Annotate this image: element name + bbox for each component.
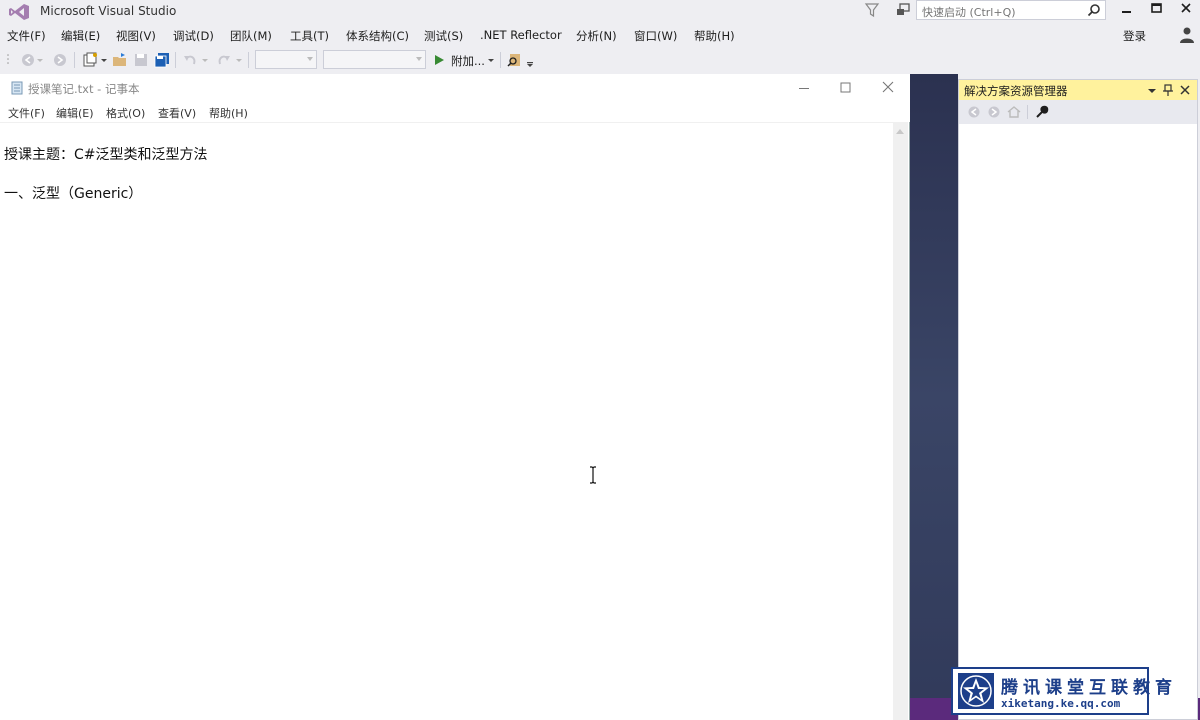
save-icon[interactable] [133,52,149,68]
quick-launch-box[interactable] [916,0,1106,21]
redo-icon[interactable] [216,52,232,68]
text-line-topic: 授课主题：C#泛型类和泛型方法 [4,147,208,163]
menu-tools[interactable]: 工具(T) [290,28,329,44]
window-title: Microsoft Visual Studio [40,4,177,18]
feedback-icon[interactable] [895,2,911,18]
attach-button-label[interactable]: 附加... [451,53,485,69]
notification-filter-icon[interactable] [864,2,880,18]
menu-view[interactable]: 视图(V) [116,28,156,44]
notepad-menu-file[interactable]: 文件(F) [8,105,45,121]
notepad-title: 授课笔记.txt - 记事本 [28,82,140,96]
forward-icon[interactable] [987,105,1001,119]
search-icon[interactable] [1087,3,1101,17]
find-in-files-icon[interactable] [507,52,523,68]
quick-launch-input[interactable] [922,4,1082,21]
attach-dropdown-icon[interactable] [487,52,495,68]
toolbar-separator [1027,105,1028,119]
pin-icon[interactable] [1162,83,1174,97]
notepad-icon [11,81,23,95]
menu-file[interactable]: 文件(F) [7,28,46,44]
visual-studio-logo-icon [9,4,29,20]
watermark-brand-name: 腾讯课堂互联教育 [1001,678,1177,698]
notepad-maximize-icon[interactable] [827,78,863,98]
notepad-menu-format[interactable]: 格式(O) [106,105,145,121]
toolbar-separator [74,52,75,68]
star-emblem-logo [958,673,994,709]
toolbar-options-icon[interactable] [526,52,534,68]
notepad-menu-help[interactable]: 帮助(H) [209,105,248,121]
tencent-classroom-watermark: 腾讯课堂互联教育 xiketang.ke.qq.com [951,667,1172,715]
notepad-menu-edit[interactable]: 编辑(E) [56,105,94,121]
vs-title-bar: Microsoft Visual Studio [0,0,1200,24]
sign-in-link[interactable]: 登录 [1123,28,1146,44]
maximize-icon[interactable] [1142,0,1170,20]
panel-close-icon[interactable] [1179,83,1191,97]
vs-editor-background [910,74,958,720]
home-icon[interactable] [1007,105,1021,119]
save-all-icon[interactable] [154,52,170,68]
open-file-icon[interactable] [112,52,128,68]
notepad-close-icon[interactable] [870,78,906,98]
account-icon[interactable] [1179,26,1195,44]
notepad-vertical-scrollbar[interactable] [893,123,908,720]
text-cursor-ibeam-icon [590,466,596,484]
menu-architecture[interactable]: 体系结构(C) [346,28,409,44]
window-position-dropdown-icon[interactable] [1146,83,1158,97]
toolbar-grip-icon [7,54,9,64]
navigate-back-icon[interactable] [20,52,36,68]
back-dropdown-icon[interactable] [36,52,44,68]
menu-help[interactable]: 帮助(H) [694,28,735,44]
menu-edit[interactable]: 编辑(E) [61,28,100,44]
solution-configuration-combo[interactable] [255,50,317,69]
start-play-icon[interactable] [433,52,445,68]
solution-explorer-toolbar [959,100,1197,124]
toolbar-separator [500,52,501,68]
notepad-menu-bar: 文件(F) 编辑(E) 格式(O) 查看(V) 帮助(H) [0,102,910,122]
new-project-dropdown-icon[interactable] [100,52,108,68]
new-project-icon[interactable] [82,52,98,68]
toolbar-separator [248,52,249,68]
solution-explorer-header: 解决方案资源管理器 [959,80,1197,100]
navigate-forward-icon[interactable] [52,52,68,68]
menu-net-reflector[interactable]: .NET Reflector [480,28,562,42]
vs-menu-bar: 文件(F) 编辑(E) 视图(V) 调试(D) 团队(M) 工具(T) 体系结构… [0,24,1200,46]
menu-window[interactable]: 窗口(W) [634,28,677,44]
toolbar-separator [175,52,176,68]
properties-wrench-icon[interactable] [1035,105,1049,119]
menu-team[interactable]: 团队(M) [230,28,272,44]
solution-platform-combo[interactable] [323,50,426,69]
text-line-heading: 一、泛型（Generic） [4,186,143,202]
notepad-window: 授课笔记.txt - 记事本 文件(F) 编辑(E) 格式(O) 查看(V) 帮… [0,74,910,720]
redo-dropdown-icon[interactable] [235,52,243,68]
undo-icon[interactable] [182,52,198,68]
undo-dropdown-icon[interactable] [201,52,209,68]
solution-explorer-panel: 解决方案资源管理器 [958,79,1198,720]
menu-test[interactable]: 测试(S) [424,28,463,44]
watermark-url: xiketang.ke.qq.com [1001,697,1121,710]
menu-analyze[interactable]: 分析(N) [576,28,617,44]
notepad-minimize-icon[interactable] [785,78,821,98]
back-icon[interactable] [967,105,981,119]
notepad-menu-view[interactable]: 查看(V) [158,105,196,121]
vs-standard-toolbar: 附加... [0,48,1200,72]
notepad-title-bar: 授课笔记.txt - 记事本 [0,74,910,102]
menu-debug[interactable]: 调试(D) [173,28,214,44]
solution-explorer-title: 解决方案资源管理器 [964,84,1068,98]
notepad-text-area[interactable]: 授课主题：C#泛型类和泛型方法 一、泛型（Generic） [0,123,893,720]
minimize-icon[interactable] [1112,0,1140,20]
scroll-up-arrow-icon[interactable] [896,129,904,134]
close-icon[interactable] [1172,0,1200,20]
